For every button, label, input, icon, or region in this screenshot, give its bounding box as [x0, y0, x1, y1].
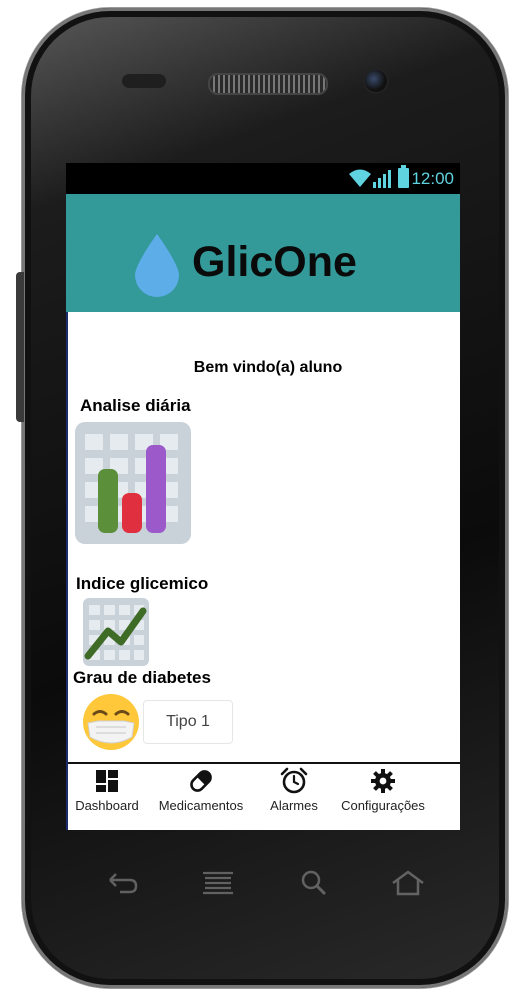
signal-icon [373, 170, 391, 188]
phone-screen: 12:00 GlicOne Bem vindo(a) aluno Analise… [66, 163, 460, 830]
nav-label-configuracoes: Configurações [341, 798, 425, 813]
bar-chart-icon[interactable] [75, 422, 191, 544]
status-time: 12:00 [411, 169, 454, 188]
nav-item-dashboard[interactable]: Dashboard [73, 764, 141, 830]
front-camera [363, 68, 389, 94]
nav-label-dashboard: Dashboard [75, 798, 139, 813]
gear-icon [370, 767, 396, 795]
bottom-navigation: Dashboard Medicamentos Alarmes Configura… [68, 762, 460, 830]
daily-analysis-label: Analise diária [80, 396, 191, 415]
dashboard-content: Bem vindo(a) aluno Analise diária Indice… [66, 312, 460, 830]
nav-item-configuracoes[interactable]: Configurações [336, 764, 430, 830]
diabetes-grade-label: Grau de diabetes [73, 668, 211, 687]
welcome-message: Bem vindo(a) aluno [193, 359, 343, 376]
dashboard-icon [95, 767, 119, 795]
battery-icon [398, 165, 409, 188]
back-key-icon[interactable] [106, 868, 140, 898]
glycemic-index-label: Indice glicemico [76, 574, 209, 593]
app-header: GlicOne [66, 194, 460, 312]
wifi-icon [349, 169, 371, 187]
search-key-icon[interactable] [297, 868, 331, 898]
water-drop-icon [135, 234, 179, 297]
volume-button [16, 272, 24, 422]
face-mask-emoji-icon [83, 694, 139, 750]
pill-icon [188, 767, 214, 795]
trend-chart-icon[interactable] [83, 598, 149, 666]
nav-label-medicamentos: Medicamentos [158, 798, 244, 813]
alarm-clock-icon [280, 767, 308, 795]
nav-item-alarmes[interactable]: Alarmes [263, 764, 325, 830]
app-title: GlicOne [192, 238, 357, 286]
home-key-icon[interactable] [390, 868, 426, 898]
diabetes-type-value: Tipo 1 [143, 700, 233, 744]
status-bar: 12:00 [66, 163, 460, 194]
menu-key-icon[interactable] [201, 868, 235, 898]
proximity-sensor [122, 74, 166, 88]
earpiece-speaker [208, 73, 328, 95]
nav-item-medicamentos[interactable]: Medicamentos [153, 764, 249, 830]
nav-label-alarmes: Alarmes [270, 798, 318, 813]
